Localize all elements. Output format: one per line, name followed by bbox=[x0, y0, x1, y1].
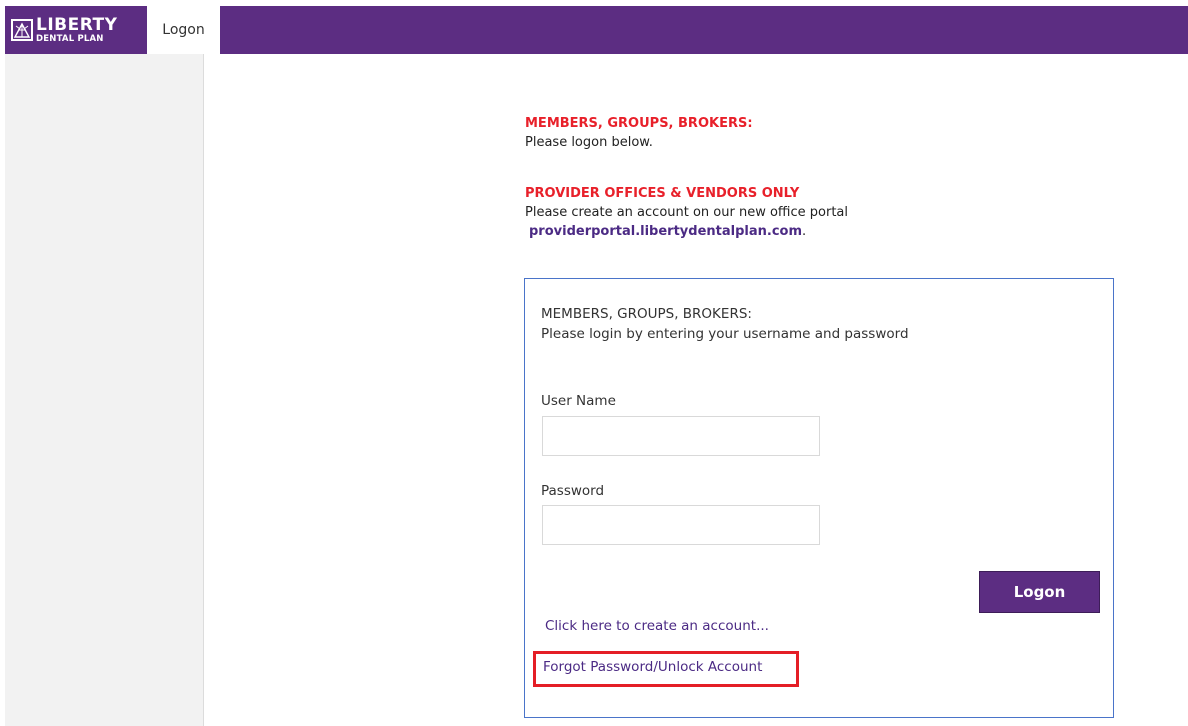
logon-button[interactable]: Logon bbox=[979, 571, 1100, 613]
tab-logon[interactable]: Logon bbox=[147, 6, 220, 54]
logo-line2: DENTAL PLAN bbox=[36, 33, 104, 44]
page: LIBERTY DENTAL PLAN Logon MEMBERS, GROUP… bbox=[0, 0, 1188, 726]
liberty-logo-mark-icon bbox=[11, 19, 33, 41]
providers-notice-heading: PROVIDER OFFICES & VENDORS ONLY bbox=[525, 186, 800, 201]
forgot-password-link[interactable]: Forgot Password/Unlock Account bbox=[543, 659, 762, 675]
providers-link-line: providerportal.libertydentalplan.com. bbox=[525, 222, 848, 241]
liberty-dental-logo[interactable]: LIBERTY DENTAL PLAN bbox=[11, 10, 147, 50]
members-notice-text: Please logon below. bbox=[525, 135, 653, 150]
members-notice-heading: MEMBERS, GROUPS, BROKERS: bbox=[525, 116, 753, 131]
login-intro: MEMBERS, GROUPS, BROKERS: Please login b… bbox=[541, 304, 909, 344]
create-account-link[interactable]: Click here to create an account... bbox=[545, 618, 769, 634]
logo-line1: LIBERTY bbox=[36, 14, 118, 35]
password-input[interactable] bbox=[542, 505, 820, 545]
provider-portal-link[interactable]: providerportal.libertydentalplan.com bbox=[529, 224, 802, 239]
logo-wordmark: LIBERTY DENTAL PLAN bbox=[36, 14, 118, 44]
providers-notice-text: Please create an account on our new offi… bbox=[525, 205, 849, 220]
login-intro-line1: MEMBERS, GROUPS, BROKERS: bbox=[541, 306, 752, 322]
providers-link-suffix: . bbox=[802, 224, 807, 239]
username-input[interactable] bbox=[542, 416, 820, 456]
login-panel: MEMBERS, GROUPS, BROKERS: Please login b… bbox=[524, 278, 1114, 718]
login-intro-line2: Please login by entering your username a… bbox=[541, 326, 909, 342]
providers-notice: PROVIDER OFFICES & VENDORS ONLY Please c… bbox=[525, 184, 848, 241]
top-navigation-bar: LIBERTY DENTAL PLAN Logon bbox=[5, 6, 1188, 54]
left-sidebar bbox=[5, 54, 204, 726]
username-label: User Name bbox=[541, 393, 616, 409]
members-notice: MEMBERS, GROUPS, BROKERS: Please logon b… bbox=[525, 114, 753, 152]
password-label: Password bbox=[541, 483, 605, 499]
